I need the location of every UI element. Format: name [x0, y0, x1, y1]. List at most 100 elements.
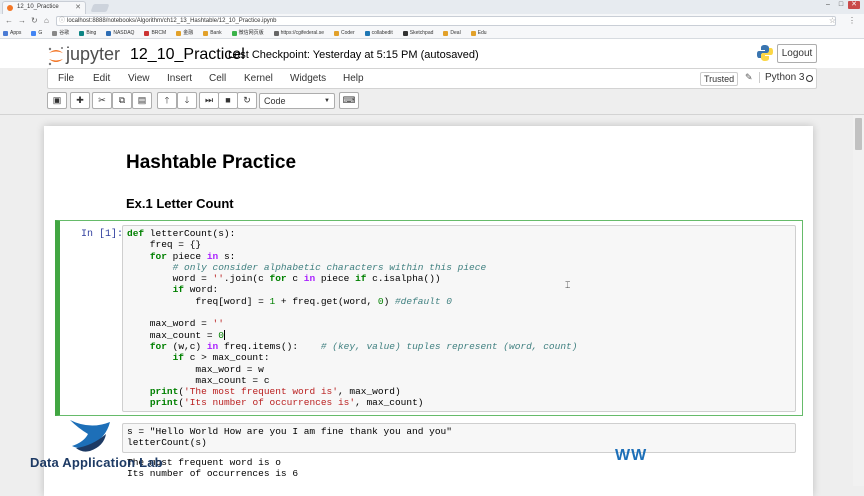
page-scrollbar[interactable]: [853, 115, 864, 486]
bookmark-icon: [3, 30, 8, 36]
code-editor-2[interactable]: s = "Hello World How are you I am fine t…: [127, 426, 452, 449]
bookmark-label: 谷歌: [59, 30, 70, 36]
markdown-heading-2: Ex.1 Letter Count: [126, 196, 234, 211]
bookmark-item[interactable]: https://cgifederal.se: [273, 28, 324, 38]
minimize-icon[interactable]: –: [822, 1, 834, 9]
logout-button[interactable]: Logout: [777, 44, 817, 63]
menu-file[interactable]: File: [58, 73, 74, 84]
close-window-icon[interactable]: ✕: [848, 1, 860, 9]
mouse-cursor-icon: ⌶: [565, 280, 571, 290]
save-button[interactable]: ▣: [47, 92, 67, 109]
tab-close-icon[interactable]: ✕: [75, 2, 81, 13]
keyboard-icon[interactable]: ⌨: [339, 92, 359, 109]
cell-type-value: Code: [264, 96, 286, 106]
watermark-text: Data Application Lab: [30, 455, 163, 470]
browser-titlebar: 12_10_Practice ✕ – □ ✕: [0, 0, 864, 14]
menu-help[interactable]: Help: [343, 73, 364, 84]
bookmark-icon: [273, 30, 279, 36]
bookmark-star-icon[interactable]: ☆: [829, 16, 836, 25]
bookmark-label: Bing: [86, 30, 97, 36]
bookmark-label: BRCM: [151, 30, 167, 36]
data-application-lab-logo-icon: [70, 420, 110, 452]
run-icon[interactable]: ⏭: [199, 92, 219, 109]
new-tab-button[interactable]: [90, 4, 110, 12]
menu-kernel[interactable]: Kernel: [244, 73, 273, 84]
bookmark-item[interactable]: Coder: [333, 28, 355, 38]
browser-tab[interactable]: 12_10_Practice ✕: [2, 1, 86, 14]
bookmarks-bar: Apps G 谷歌 Bing NASDAQ BRCM 金融 Bank 微信网页版 https://…: [0, 28, 864, 39]
text-cursor: [223, 330, 225, 341]
url-field[interactable]: ⓘ localhost:8888/notebooks/Algorithm/ch1…: [56, 16, 836, 26]
bookmark-label: Apps: [10, 30, 22, 36]
menubar: File Edit View Insert Cell Kernel Widget…: [47, 68, 817, 89]
checkpoint-status: Last Checkpoint: Yesterday at 5:15 PM (a…: [228, 49, 479, 61]
url-text: localhost:8888/notebooks/Algorithm/ch12_…: [67, 18, 277, 24]
bookmark-item[interactable]: collabedit: [364, 28, 393, 38]
chevron-down-icon: ▼: [324, 98, 330, 104]
bookmark-item[interactable]: Edu: [470, 28, 487, 38]
bookmark-icon: [333, 30, 339, 36]
bookmark-icon: [79, 30, 85, 36]
edit-pencil-icon[interactable]: ✎: [745, 72, 753, 83]
browser-menu-icon[interactable]: ⋮: [848, 16, 856, 25]
bookmark-item[interactable]: Bing: [79, 28, 96, 38]
menu-edit[interactable]: Edit: [93, 73, 110, 84]
stop-icon[interactable]: ■: [218, 92, 238, 109]
bookmark-label: 金融: [183, 30, 194, 36]
move-down-icon[interactable]: 🡓: [177, 92, 197, 109]
copy-icon[interactable]: ⧉: [112, 92, 132, 109]
maximize-icon[interactable]: □: [835, 1, 847, 9]
bookmark-item[interactable]: Apps: [3, 28, 21, 38]
insert-cell-button[interactable]: ✚: [70, 92, 90, 109]
bookmark-icon: [176, 30, 182, 36]
code-editor[interactable]: def letterCount(s): freq = {} for piece …: [127, 228, 577, 409]
bookmark-label: Sketchpad: [409, 30, 434, 36]
bookmark-item[interactable]: Deal: [443, 28, 461, 38]
bookmark-item[interactable]: 微信网页版: [231, 28, 264, 38]
bookmark-item[interactable]: NASDAQ: [106, 28, 134, 38]
menu-insert[interactable]: Insert: [167, 73, 192, 84]
bookmark-item[interactable]: Sketchpad: [402, 28, 434, 38]
home-icon[interactable]: ⌂: [44, 16, 49, 25]
kernel-name: Python 3: [759, 72, 804, 83]
scrollbar-thumb[interactable]: [855, 118, 862, 150]
bookmark-item[interactable]: BRCM: [144, 28, 166, 38]
jupyter-logo-text: jupyter: [66, 44, 121, 64]
menu-view[interactable]: View: [128, 73, 150, 84]
bookmark-icon: [106, 30, 112, 36]
forward-icon[interactable]: →: [18, 16, 26, 25]
bookmark-icon: [443, 30, 449, 36]
kernel-idle-icon: [806, 75, 813, 82]
menu-cell[interactable]: Cell: [209, 73, 226, 84]
watermark-right-text: WW: [615, 447, 648, 464]
cut-icon[interactable]: ✂: [92, 92, 112, 109]
bookmark-item[interactable]: G: [31, 28, 42, 38]
trusted-badge[interactable]: Trusted: [700, 72, 739, 86]
paste-icon[interactable]: ▤: [132, 92, 152, 109]
notebook-toolbar: ▣ ✚ ✂ ⧉ ▤ 🡑 🡓 ⏭ ■ ↻ Code ▼ ⌨: [47, 92, 817, 112]
bookmark-label: https://cgifederal.se: [280, 30, 324, 36]
move-up-icon[interactable]: 🡑: [157, 92, 177, 109]
restart-icon[interactable]: ↻: [237, 92, 257, 109]
bookmark-item[interactable]: 金融: [176, 28, 193, 38]
bookmark-icon: [31, 30, 37, 36]
bookmark-item[interactable]: Bank: [203, 28, 222, 38]
header-divider: [0, 114, 864, 115]
reload-icon[interactable]: ↻: [31, 16, 38, 25]
markdown-heading-1: Hashtable Practice: [126, 152, 297, 173]
menu-widgets[interactable]: Widgets: [290, 73, 326, 84]
window-controls: – □ ✕: [822, 1, 860, 9]
cell-type-select[interactable]: Code ▼: [259, 93, 335, 109]
bookmark-icon: [231, 30, 237, 36]
python-logo-icon: [757, 45, 773, 61]
bookmark-icon: [364, 30, 370, 36]
address-bar-row: ← → ↻ ⌂ ⓘ localhost:8888/notebooks/Algor…: [0, 14, 864, 28]
back-icon[interactable]: ←: [5, 16, 13, 25]
bookmark-label: collabedit: [371, 30, 393, 36]
bookmark-icon: [52, 30, 58, 36]
jupyter-logo-icon[interactable]: [47, 46, 65, 66]
info-icon: ⓘ: [59, 18, 66, 24]
bookmark-icon: [402, 30, 408, 36]
bookmark-item[interactable]: 谷歌: [52, 28, 69, 38]
bookmark-label: Edu: [477, 30, 487, 36]
